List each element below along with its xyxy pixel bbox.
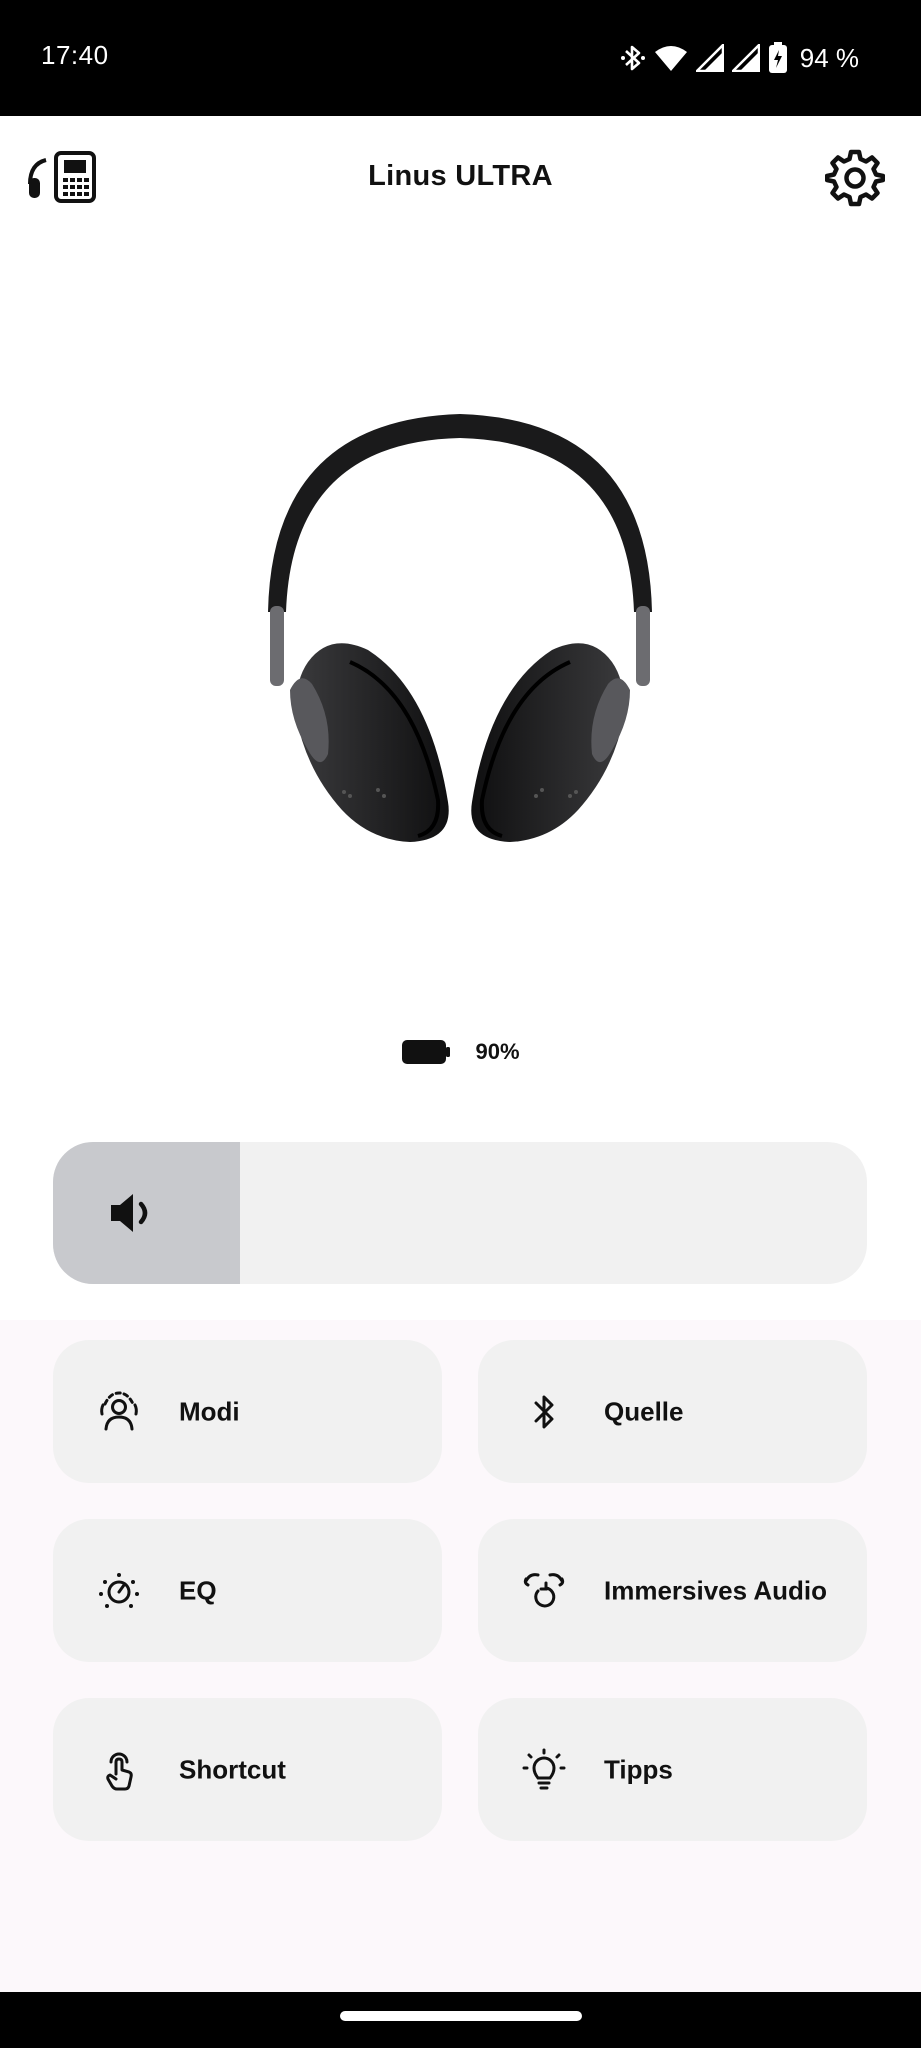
tile-modi[interactable]: Modi [53, 1340, 442, 1483]
tile-tipps[interactable]: Tipps [478, 1698, 867, 1841]
signal-icon [695, 44, 724, 72]
eq-dial-icon [95, 1567, 143, 1615]
tile-immersives-audio[interactable]: Immersives Audio [478, 1519, 867, 1662]
tile-shortcut[interactable]: Shortcut [53, 1698, 442, 1841]
bluetooth-icon [620, 45, 645, 71]
battery-icon [402, 1040, 451, 1064]
home-gesture-handle[interactable] [340, 2011, 582, 2021]
tile-label: EQ [179, 1575, 217, 1605]
lightbulb-icon [520, 1746, 568, 1794]
person-listening-icon [95, 1388, 143, 1436]
status-time: 17:40 [41, 40, 109, 70]
tile-label: Immersives Audio [604, 1575, 828, 1605]
touch-hand-icon [95, 1746, 143, 1794]
tile-quelle[interactable]: Quelle [478, 1340, 867, 1483]
status-battery-text: 94 % [799, 42, 859, 73]
tile-label: Tipps [604, 1754, 673, 1784]
status-icons: 94 % [620, 38, 859, 78]
tile-label: Modi [179, 1396, 240, 1426]
bluetooth-icon [520, 1388, 568, 1436]
immersive-audio-icon [520, 1567, 568, 1615]
tile-label: Quelle [604, 1396, 684, 1426]
volume-slider[interactable] [53, 1142, 867, 1284]
wifi-icon [654, 46, 687, 71]
battery-charging-icon [768, 42, 787, 73]
tile-eq[interactable]: EQ [53, 1519, 442, 1662]
tile-label: Shortcut [179, 1754, 286, 1784]
device-battery: 90% [0, 1035, 921, 1069]
status-bar: 17:40 94 % [0, 0, 921, 116]
feature-grid: Modi Quelle EQ Immersives Audio Shortcut… [0, 1320, 921, 1992]
page-title: Linus ULTRA [368, 160, 553, 192]
navigation-bar [0, 1992, 921, 2048]
headphones-image [250, 400, 670, 860]
signal-icon [731, 44, 760, 72]
battery-percentage: 90% [475, 1039, 520, 1064]
speaker-icon [105, 1186, 159, 1240]
